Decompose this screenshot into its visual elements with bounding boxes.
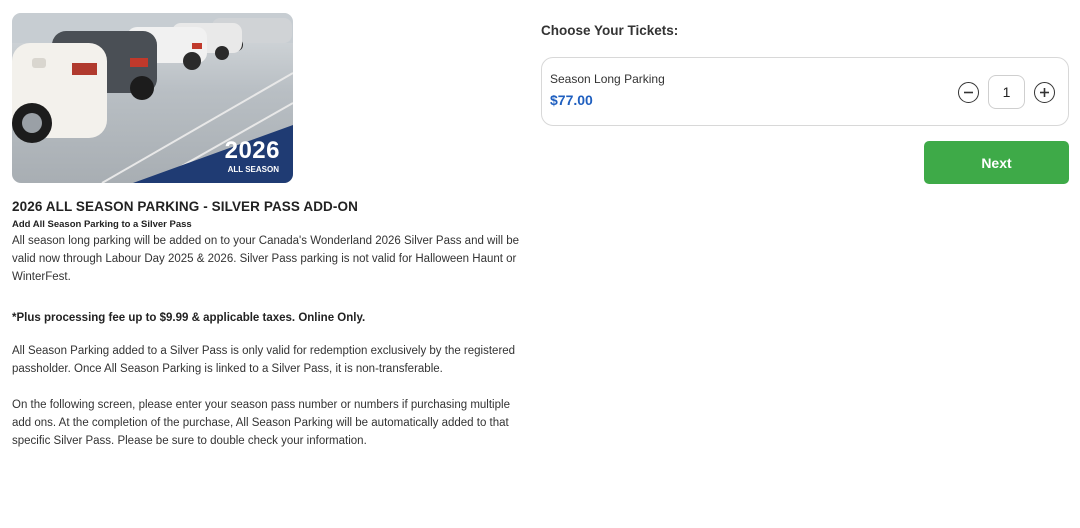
ticket-name: Season Long Parking [550, 72, 665, 86]
description-paragraph-1: All season long parking will be added on… [12, 235, 520, 283]
product-subtitle: Add All Season Parking to a Silver Pass [12, 219, 192, 230]
fee-note: *Plus processing fee up to $9.99 & appli… [12, 312, 366, 324]
ticket-card: Season Long Parking $77.00 1 [541, 57, 1069, 126]
decrement-button[interactable] [958, 81, 979, 103]
quantity-stepper: 1 [958, 75, 1055, 109]
plus-circle-icon [1040, 87, 1049, 97]
increment-button[interactable] [1034, 81, 1055, 103]
badge-year: 2026 [224, 137, 280, 164]
ticket-price: $77.00 [550, 92, 593, 108]
minus-circle-icon [964, 91, 973, 93]
description-paragraph-2: All Season Parking added to a Silver Pas… [12, 345, 516, 375]
next-button[interactable]: Next [924, 141, 1069, 184]
badge-subtitle: ALL SEASON [227, 165, 279, 174]
product-title: 2026 ALL SEASON PARKING - SILVER PASS AD… [12, 199, 358, 214]
choose-tickets-heading: Choose Your Tickets: [541, 23, 679, 38]
product-description: 2026 ALL SEASON PARKING - SILVER PASS AD… [12, 199, 532, 450]
quantity-input[interactable]: 1 [988, 75, 1025, 109]
description-paragraph-3: On the following screen, please enter yo… [12, 399, 510, 447]
product-image: 2026 ALL SEASON [12, 13, 293, 183]
